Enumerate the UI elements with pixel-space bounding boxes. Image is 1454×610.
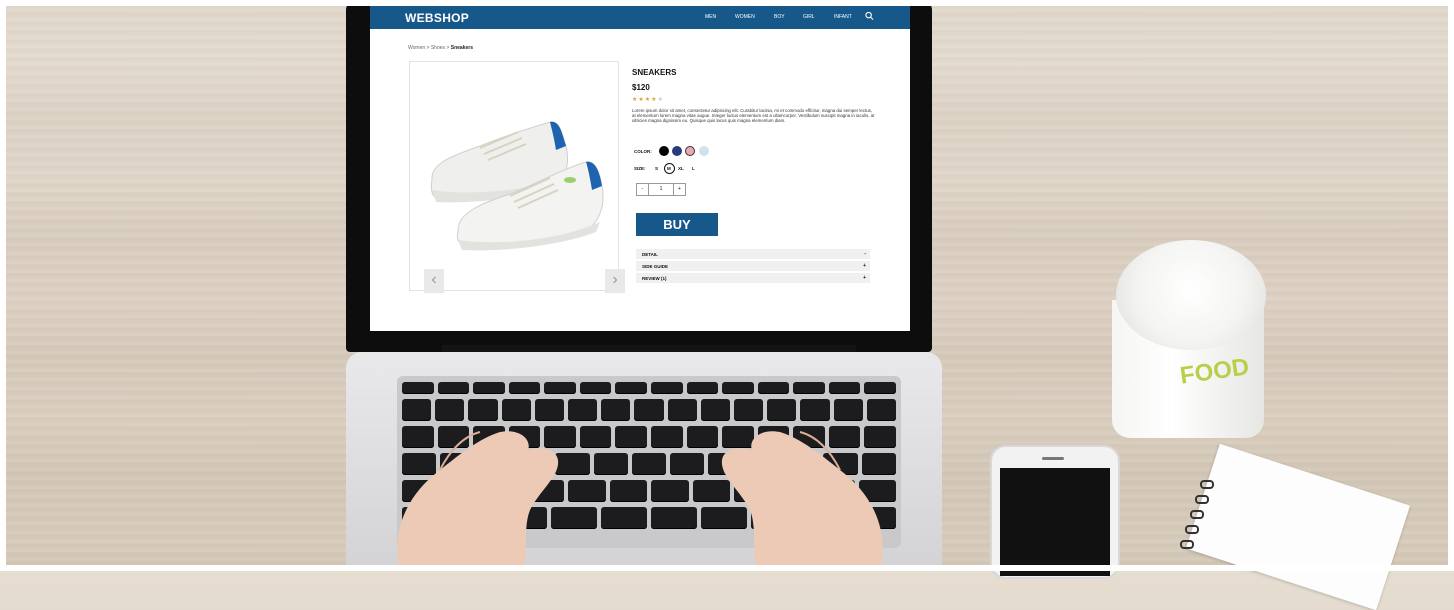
notepad-ring — [1185, 525, 1199, 534]
laptop-screen: WEBSHOP MEN WOMEN BOY GIRL INFANT Women … — [370, 6, 910, 331]
breadcrumb-current: Sneakers — [450, 45, 473, 51]
product-title: SNEAKERS — [632, 68, 677, 77]
notepad-ring — [1195, 495, 1209, 504]
size-option-s[interactable]: S — [655, 166, 658, 171]
chevron-left-icon[interactable]: ‹ — [424, 269, 444, 293]
color-swatch-pink[interactable] — [685, 146, 695, 156]
rating-stars: ★★★★★ — [632, 96, 664, 103]
nav-women[interactable]: WOMEN — [735, 14, 755, 20]
keyboard-key — [508, 382, 541, 394]
nav-men[interactable]: MEN — [705, 14, 716, 20]
color-label: COLOR: — [634, 149, 652, 154]
plus-icon: + — [863, 263, 866, 269]
keyboard-key — [437, 382, 470, 394]
size-label: SIZE: — [634, 166, 646, 171]
keyboard-key — [468, 399, 498, 421]
phone-screen — [1000, 468, 1110, 576]
webshop-logo[interactable]: WEBSHOP — [405, 11, 469, 25]
keyboard-key — [864, 382, 896, 394]
keyboard-key — [402, 382, 434, 394]
size-option-xl[interactable]: XL — [678, 166, 684, 171]
size-option-m[interactable]: M — [667, 166, 671, 171]
keyboard-key — [700, 399, 730, 421]
qty-plus-button[interactable]: + — [673, 183, 686, 196]
keyboard-key — [833, 399, 863, 421]
accordion-review[interactable]: REVIEW (1) + — [636, 273, 870, 283]
keyboard-key — [722, 382, 754, 394]
typing-hands — [397, 431, 883, 571]
breadcrumb-separator: > — [426, 45, 430, 51]
nav-boy[interactable]: BOY — [774, 14, 785, 20]
color-swatch-black[interactable] — [659, 146, 669, 156]
keyboard-key — [473, 382, 505, 394]
qty-input[interactable]: 1 — [648, 183, 674, 196]
product-description: Lorem ipsum dolor sit amet, consectetur … — [632, 108, 875, 124]
keyboard-key — [634, 399, 664, 421]
notepad-ring — [1200, 480, 1214, 489]
color-swatch-navy[interactable] — [672, 146, 682, 156]
keyboard-key — [615, 382, 647, 394]
keyboard-key — [435, 399, 465, 421]
accordion-label: SIDE GUIDE — [642, 264, 669, 269]
color-swatch-lightblue[interactable] — [699, 146, 709, 156]
accordion-label: DETAIL — [642, 252, 658, 257]
accordion-label: REVIEW (1) — [642, 276, 667, 281]
notepad-ring — [1180, 540, 1194, 549]
breadcrumb-shoes[interactable]: Shoes — [431, 45, 445, 51]
keyboard-key — [579, 382, 612, 394]
top-navbar: WEBSHOP MEN WOMEN BOY GIRL INFANT — [370, 6, 910, 29]
phone-speaker — [1042, 457, 1064, 460]
keyboard-key — [866, 399, 896, 421]
minus-icon: - — [864, 251, 866, 257]
keyboard-key — [828, 382, 861, 394]
keyboard-key — [686, 382, 719, 394]
keyboard-key — [501, 399, 531, 421]
keyboard-key — [568, 399, 598, 421]
breadcrumb-separator: > — [446, 45, 450, 51]
accordion-side-guide[interactable]: SIDE GUIDE + — [636, 261, 870, 271]
notepad-ring — [1190, 510, 1204, 519]
product-image-frame: ‹ › — [409, 61, 625, 293]
search-icon[interactable] — [865, 11, 874, 21]
breadcrumb: Women > Shoes > Sneakers — [408, 45, 473, 51]
coffee-cup-lid — [1116, 240, 1266, 350]
sneakers-image — [430, 121, 604, 251]
keyboard-key — [534, 399, 564, 421]
nav-girl[interactable]: GIRL — [803, 14, 815, 20]
buy-button[interactable]: BUY — [636, 213, 718, 236]
keyboard-key — [800, 399, 830, 421]
keyboard-key — [601, 399, 631, 421]
keyboard-key — [757, 382, 790, 394]
keyboard-key — [793, 382, 825, 394]
size-option-l[interactable]: L — [692, 166, 695, 171]
star-empty-icon: ★ — [657, 97, 664, 103]
product-price: $120 — [632, 83, 650, 92]
chevron-right-icon[interactable]: › — [605, 269, 625, 293]
plus-icon: + — [863, 275, 866, 281]
keyboard-key — [734, 399, 764, 421]
keyboard-key — [402, 399, 432, 421]
keyboard-key — [651, 382, 683, 394]
keyboard-key — [544, 382, 576, 394]
nav-infant[interactable]: INFANT — [834, 14, 852, 20]
accordion-detail[interactable]: DETAIL - — [636, 249, 870, 259]
keyboard-key — [667, 399, 697, 421]
breadcrumb-women[interactable]: Women — [408, 45, 425, 51]
keyboard-key — [767, 399, 797, 421]
